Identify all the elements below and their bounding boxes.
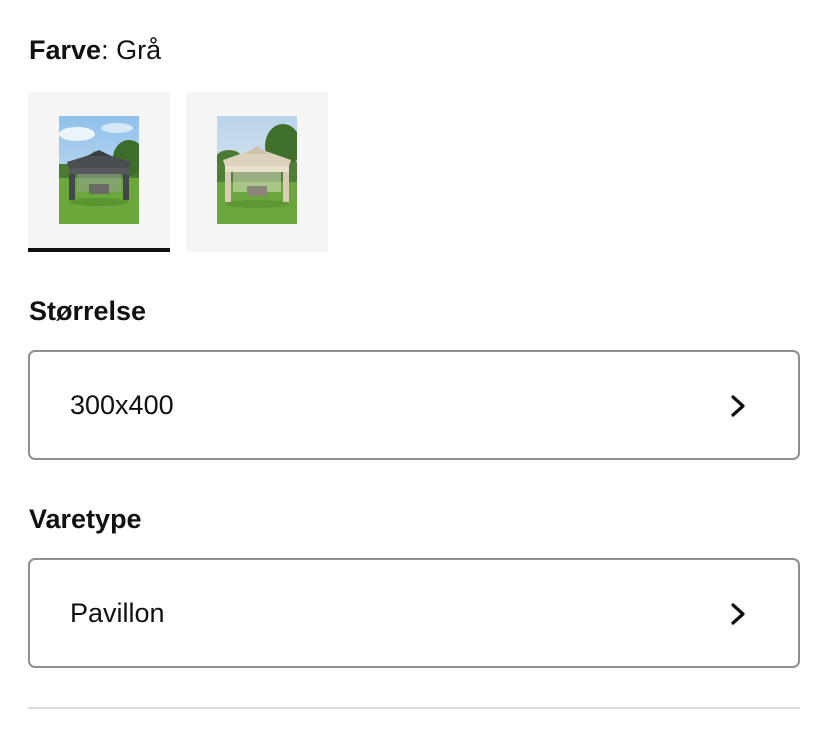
gray-gazebo-thumbnail xyxy=(59,116,139,224)
color-label: Farve xyxy=(29,35,102,65)
chevron-right-icon xyxy=(731,603,745,625)
size-label: Størrelse xyxy=(29,296,147,326)
beige-gazebo-thumbnail xyxy=(217,116,297,224)
color-swatch-gray[interactable] xyxy=(28,92,170,252)
product-type-label: Varetype xyxy=(29,504,142,534)
size-select-value: 300x400 xyxy=(70,390,174,420)
product-type-select[interactable]: Pavillon xyxy=(28,558,800,668)
product-variant-selector: Farve: Grå Størrelse 300x400 Varetype Pa… xyxy=(0,0,828,747)
product-type-select-value: Pavillon xyxy=(70,598,165,628)
chevron-right-icon xyxy=(731,395,745,417)
size-select[interactable]: 300x400 xyxy=(28,350,800,460)
color-value: Grå xyxy=(116,35,162,65)
color-separator: : xyxy=(101,35,109,65)
section-divider xyxy=(28,707,800,709)
color-swatch-beige[interactable] xyxy=(186,92,328,252)
color-heading: Farve: Grå xyxy=(29,34,161,66)
